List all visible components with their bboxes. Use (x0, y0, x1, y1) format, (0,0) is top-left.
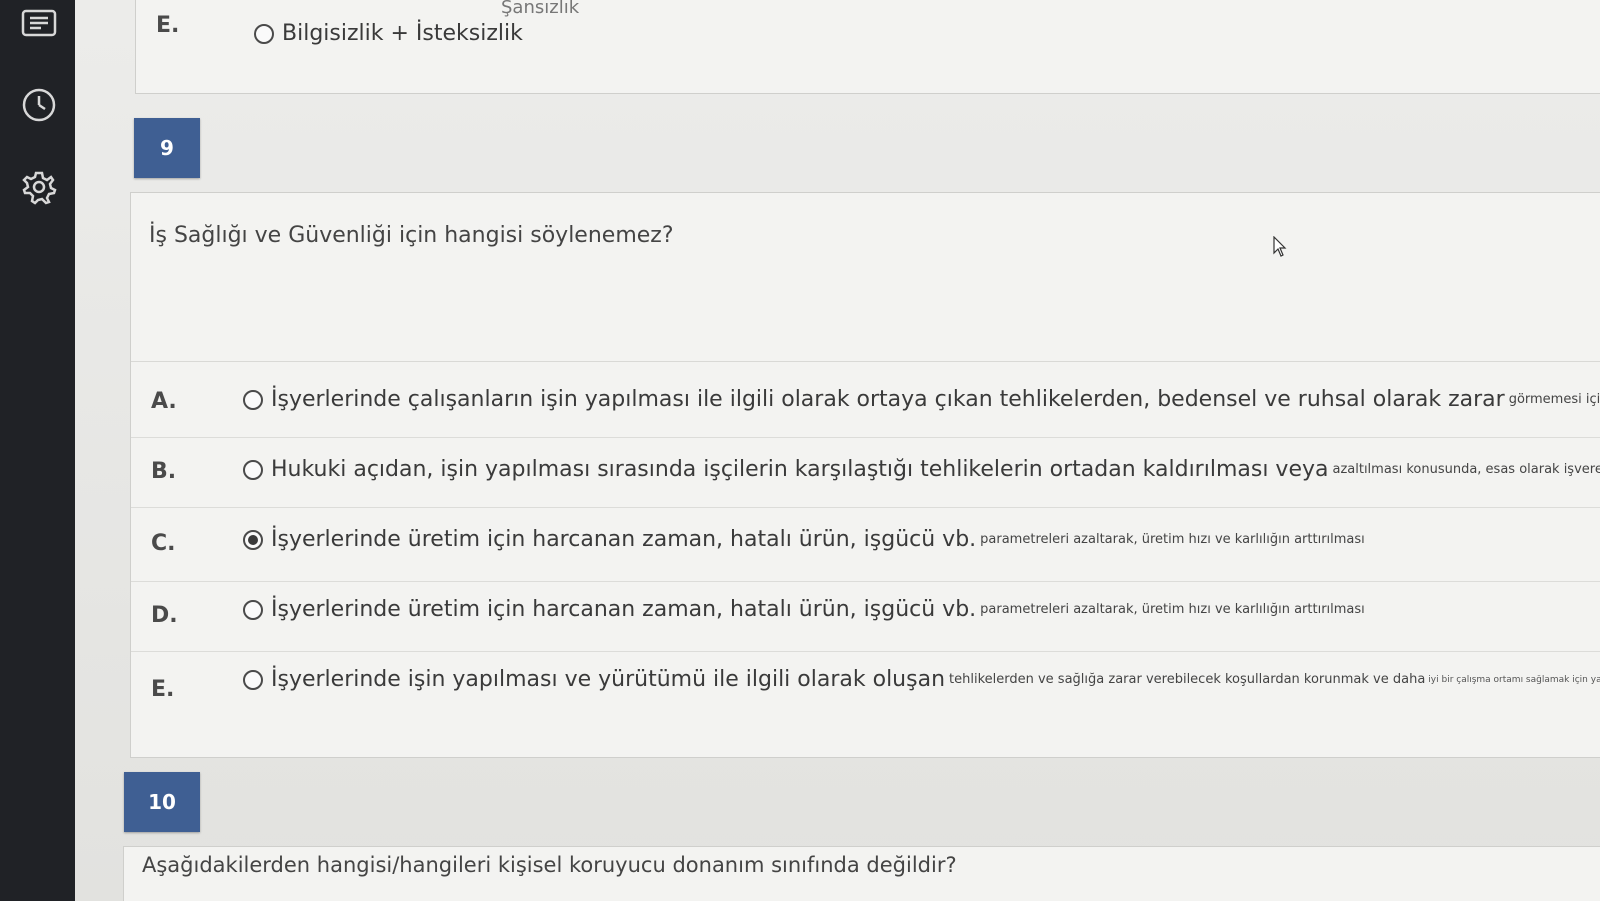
divider (131, 437, 1600, 438)
divider (131, 507, 1600, 508)
previous-option-fragment: Şansızlık (501, 0, 580, 18)
radio-button[interactable] (243, 599, 263, 620)
option-letter-e: E. (156, 13, 180, 38)
radio-button[interactable] (243, 389, 263, 410)
mouse-cursor-icon (1273, 235, 1287, 262)
option-d[interactable]: İşyerlerinde üretim için harcanan zaman,… (243, 597, 1365, 622)
option-letter-e: E. (151, 677, 175, 702)
option-a[interactable]: İşyerlerinde çalışanların işin yapılması… (243, 387, 1600, 412)
option-letter-a: A. (151, 389, 177, 414)
option-c-text: İşyerlerinde üretim için harcanan zaman,… (271, 527, 977, 552)
option-c-text-cont: parametreleri azaltarak, üretim hızı ve … (980, 532, 1365, 547)
option-e-text-cont: tehlikelerden ve sağlığa zarar verebilec… (949, 672, 1426, 687)
option-b[interactable]: Hukuki açıdan, işin yapılması sırasında … (243, 457, 1600, 482)
question-number-badge: 10 (124, 772, 200, 832)
previous-question-card: Şansızlık E. Bilgisizlik + İsteksizlik (135, 0, 1600, 94)
radio-button[interactable] (243, 459, 263, 480)
option-c[interactable]: İşyerlerinde üretim için harcanan zaman,… (243, 527, 1365, 552)
sidebar (0, 0, 75, 901)
question-number-badge: 9 (134, 118, 200, 178)
option-letter-c: C. (151, 531, 176, 556)
radio-button[interactable] (254, 23, 274, 44)
main-content: Şansızlık E. Bilgisizlik + İsteksizlik 9… (75, 0, 1600, 901)
option-a-text-cont: görmemesi için alınması gerekli hukuki, … (1508, 392, 1600, 407)
option-e-prev[interactable]: Bilgisizlik + İsteksizlik (254, 21, 523, 46)
option-e-text-end: iyi bir çalışma ortamı sağlamak için yap… (1428, 674, 1600, 685)
gear-icon[interactable] (20, 168, 58, 206)
divider (131, 651, 1600, 652)
option-a-text: İşyerlerinde çalışanların işin yapılması… (271, 387, 1505, 412)
option-e[interactable]: İşyerlerinde işin yapılması ve yürütümü … (243, 667, 1600, 692)
question-card: Aşağıdakilerden hangisi/hangileri kişise… (123, 846, 1600, 901)
divider (131, 581, 1600, 582)
option-letter-d: D. (151, 603, 178, 628)
question-text: Aşağıdakilerden hangisi/hangileri kişise… (142, 853, 957, 877)
radio-button-selected[interactable] (243, 529, 263, 550)
option-label: Bilgisizlik + İsteksizlik (282, 21, 523, 46)
option-e-text: İşyerlerinde işin yapılması ve yürütümü … (271, 667, 946, 692)
list-icon[interactable] (20, 4, 58, 42)
option-b-text: Hukuki açıdan, işin yapılması sırasında … (271, 457, 1329, 482)
option-b-text-cont: azaltılması konusunda, esas olarak işver… (1332, 462, 1600, 477)
option-letter-b: B. (151, 459, 177, 484)
question-text: İş Sağlığı ve Güvenliği için hangisi söy… (149, 223, 674, 248)
divider (131, 361, 1600, 362)
question-card: İş Sağlığı ve Güvenliği için hangisi söy… (130, 192, 1600, 758)
radio-button[interactable] (243, 669, 263, 690)
clock-icon[interactable] (20, 86, 58, 124)
option-d-text-cont: parametreleri azaltarak, üretim hızı ve … (980, 602, 1365, 617)
option-d-text: İşyerlerinde üretim için harcanan zaman,… (271, 597, 977, 622)
